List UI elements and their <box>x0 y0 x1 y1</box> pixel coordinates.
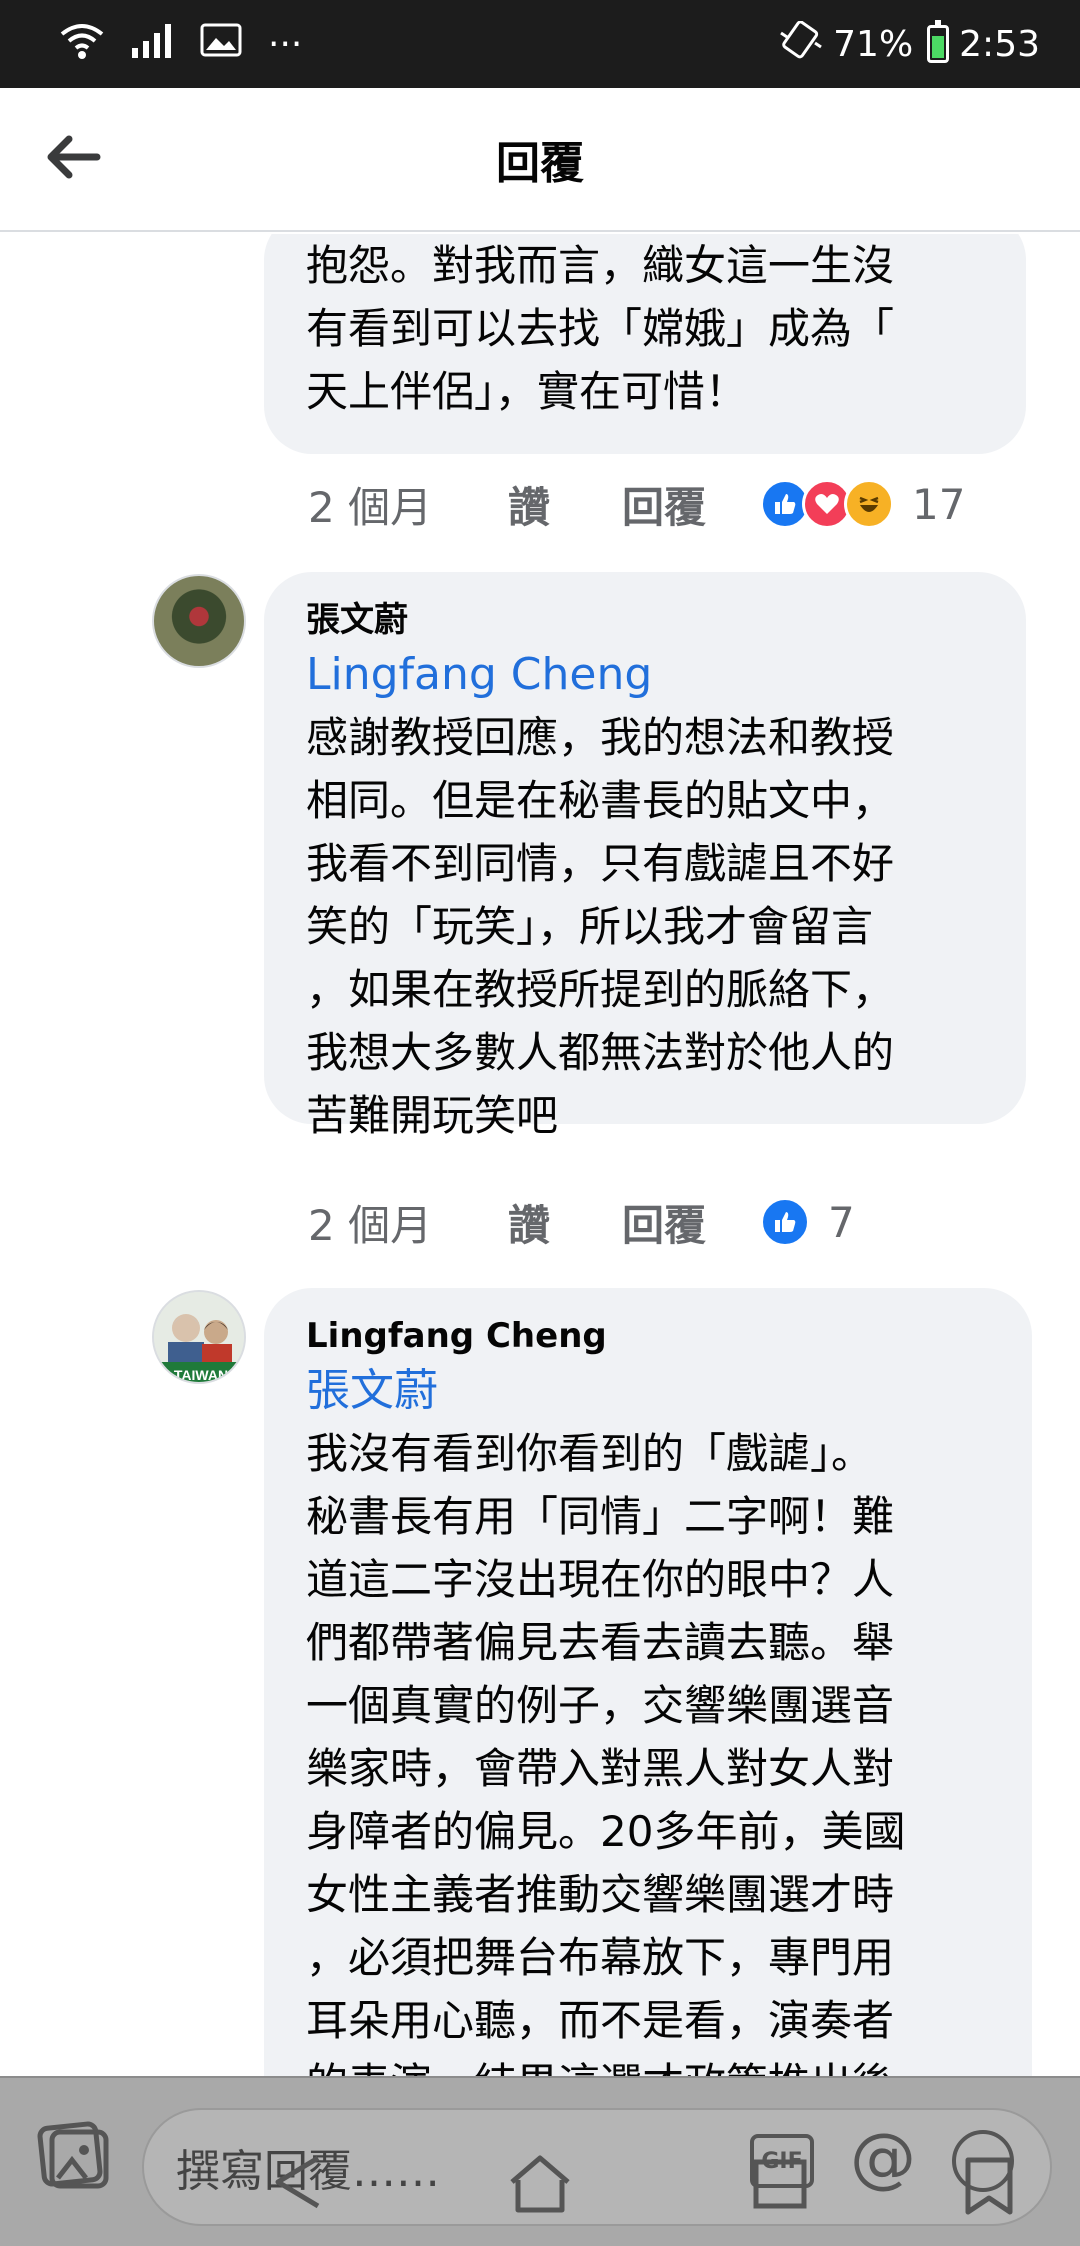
header: 回覆 <box>0 88 1080 232</box>
comment-text: 我沒有看到你看到的「戲謔」。 秘書長有用「同情」二字啊！難 道這二字沒出現在你的… <box>306 1429 906 2078</box>
arrow-left-icon <box>45 135 101 183</box>
reaction-count: 7 <box>828 1197 855 1247</box>
battery-charging-icon <box>927 20 950 63</box>
compose-bar: 撰寫回覆…… GIF @ <box>0 2076 1080 2246</box>
avatar[interactable]: TAIWAN <box>152 1290 246 1384</box>
mention-link[interactable]: Lingfang Cheng <box>306 644 982 706</box>
comment-time: 2 個月 <box>308 1200 433 1250</box>
page-title: 回覆 <box>496 138 584 189</box>
comment-meta: 2 個月 讚 回覆 17 <box>308 474 965 534</box>
status-time: 2:53 <box>959 23 1040 65</box>
status-bar: ··· 71% 2:53 <box>0 0 1080 88</box>
like-reaction-icon <box>760 1197 810 1247</box>
signal-icon <box>130 22 174 67</box>
more-indicator: ··· <box>268 23 303 65</box>
wifi-icon <box>60 20 104 69</box>
image-icon <box>200 23 242 66</box>
comment-text: 抱怨。對我而言，織女這一生沒 有看到可以去找「嫦娥」成為「 天上伴侶」，實在可惜… <box>306 241 895 416</box>
status-left: ··· <box>60 20 302 69</box>
like-button[interactable]: 讚 <box>508 1192 622 1253</box>
gif-button[interactable]: GIF <box>750 2134 814 2188</box>
page: ··· 71% 2:53 回覆 抱怨。對我而言，織女這一生沒 有看到可以去找「嫦… <box>0 0 1080 2246</box>
mention-button[interactable]: @ <box>850 2118 916 2198</box>
sticker-icon[interactable] <box>952 2130 1014 2192</box>
reply-button[interactable]: 回覆 <box>622 474 760 535</box>
status-right: 71% 2:53 <box>779 20 1040 68</box>
comment-bubble[interactable]: Lingfang Cheng 張文蔚 我沒有看到你看到的「戲謔」。 秘書長有用「… <box>264 1288 1032 2078</box>
reactions[interactable] <box>760 1197 810 1247</box>
comment-bubble[interactable]: 抱怨。對我而言，織女這一生沒 有看到可以去找「嫦娥」成為「 天上伴侶」，實在可惜… <box>264 234 1026 454</box>
comment-thread[interactable]: 抱怨。對我而言，織女這一生沒 有看到可以去找「嫦娥」成為「 天上伴侶」，實在可惜… <box>0 234 1080 2078</box>
photo-icon[interactable] <box>36 2118 112 2194</box>
comment-time: 2 個月 <box>308 482 433 532</box>
vibrate-icon <box>779 20 823 68</box>
mention-link[interactable]: 張文蔚 <box>306 1360 988 1422</box>
reaction-count: 17 <box>912 479 966 529</box>
comment-author[interactable]: Lingfang Cheng <box>306 1312 988 1360</box>
comment-text: 感謝教授回應，我的想法和教授 相同。但是在秘書長的貼文中， 我看不到同情，只有戲… <box>306 713 895 1140</box>
reactions[interactable] <box>760 479 894 529</box>
battery-percent: 71% <box>833 23 914 65</box>
avatar-badge-text: TAIWAN <box>174 1367 228 1383</box>
comment-bubble[interactable]: 張文蔚 Lingfang Cheng 感謝教授回應，我的想法和教授 相同。但是在… <box>264 572 1026 1140</box>
comment-meta: 2 個月 讚 回覆 7 <box>308 1192 855 1252</box>
back-button[interactable] <box>38 124 108 194</box>
comment-author[interactable]: 張文蔚 <box>306 596 982 644</box>
avatar[interactable] <box>152 574 246 668</box>
haha-reaction-icon <box>844 479 894 529</box>
reply-input-placeholder: 撰寫回覆…… <box>176 2146 440 2197</box>
reply-button[interactable]: 回覆 <box>622 1192 760 1253</box>
like-button[interactable]: 讚 <box>508 474 622 535</box>
